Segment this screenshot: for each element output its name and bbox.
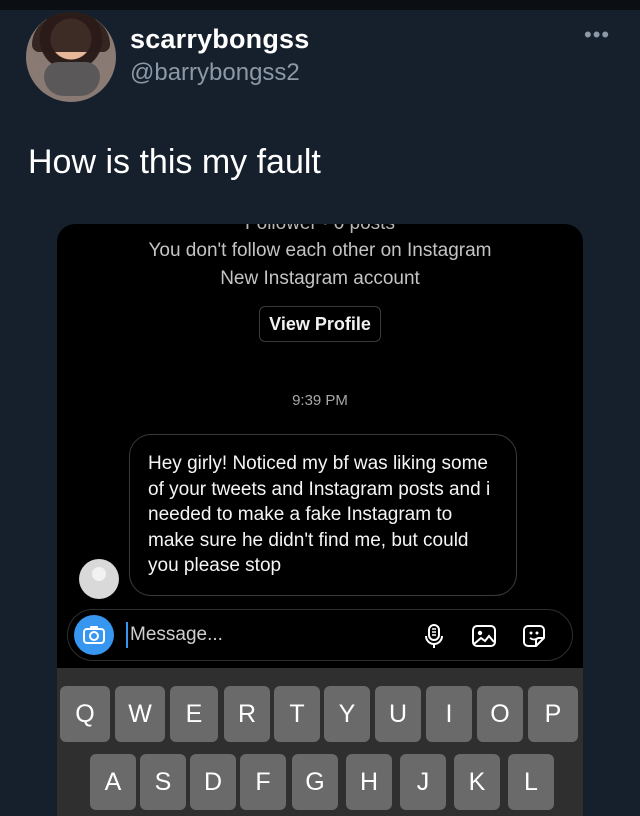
sticker-icon[interactable]	[520, 622, 548, 650]
key-e[interactable]: E	[170, 686, 218, 742]
key-t[interactable]: T	[274, 686, 320, 742]
key-f[interactable]: F	[240, 754, 286, 810]
user-handle[interactable]: @barrybongss2	[130, 59, 300, 87]
key-o[interactable]: O	[477, 686, 523, 742]
follow-status: You don't follow each other on Instagram	[148, 240, 492, 261]
key-r[interactable]: R	[224, 686, 270, 742]
message-composer	[67, 609, 573, 661]
avatar-mask	[44, 62, 100, 96]
key-q[interactable]: Q	[60, 686, 110, 742]
key-w[interactable]: W	[115, 686, 165, 742]
profile-avatar[interactable]	[26, 12, 116, 102]
message-bubble: Hey girly! Noticed my bf was liking some…	[129, 434, 517, 596]
key-i[interactable]: I	[426, 686, 472, 742]
top-strip	[0, 0, 640, 10]
key-a[interactable]: A	[90, 754, 136, 810]
key-y[interactable]: Y	[324, 686, 370, 742]
key-k[interactable]: K	[454, 754, 500, 810]
key-h[interactable]: H	[346, 754, 392, 810]
key-u[interactable]: U	[375, 686, 421, 742]
sender-avatar[interactable]	[79, 559, 119, 599]
account-note: New Instagram account	[220, 268, 420, 289]
microphone-icon[interactable]	[420, 622, 448, 650]
more-options-icon[interactable]: •••	[584, 24, 610, 46]
avatar-hair	[32, 16, 110, 52]
key-j[interactable]: J	[400, 754, 446, 810]
display-name[interactable]: scarrybongss	[130, 24, 309, 55]
gallery-icon[interactable]	[470, 622, 498, 650]
message-timestamp: 9:39 PM	[292, 392, 348, 409]
key-d[interactable]: D	[190, 754, 236, 810]
view-profile-button[interactable]: View Profile	[259, 306, 381, 342]
key-g[interactable]: G	[292, 754, 338, 810]
key-s[interactable]: S	[140, 754, 186, 810]
camera-button[interactable]	[74, 615, 114, 655]
key-l[interactable]: L	[508, 754, 554, 810]
key-p[interactable]: P	[528, 686, 578, 742]
cut-off-stats: Follower · 0 posts	[57, 224, 583, 235]
tweet-text: How is this my fault	[28, 143, 321, 181]
camera-icon	[83, 626, 105, 644]
message-input[interactable]	[126, 622, 406, 648]
